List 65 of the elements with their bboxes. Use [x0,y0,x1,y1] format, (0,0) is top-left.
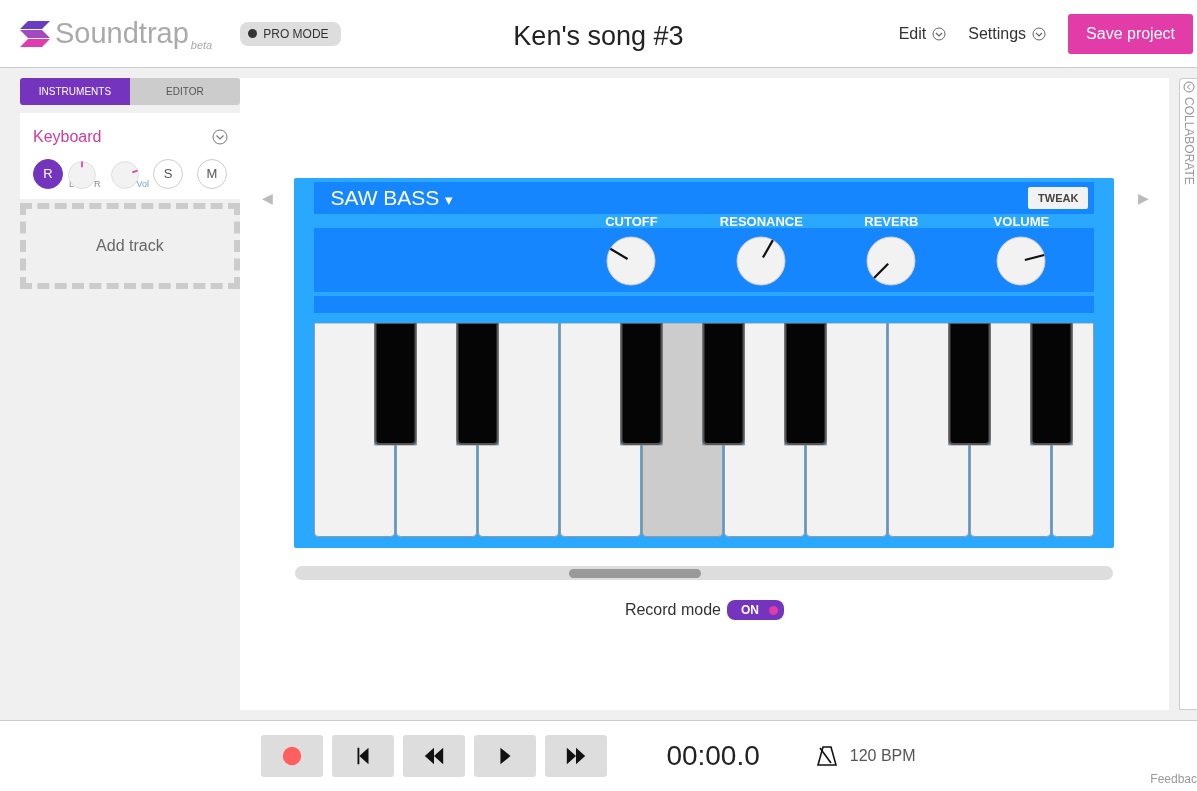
piano-key[interactable] [888,323,970,537]
track-name[interactable]: Keyboard [33,125,102,149]
menu-button[interactable]: Edit [898,21,947,46]
collaborate-label: COLLABORATE [1181,97,1197,185]
rewind-button[interactable] [403,735,466,777]
record-icon [281,745,304,767]
piano-key[interactable] [396,323,478,537]
knob[interactable] [606,236,657,286]
pro-mode-toggle[interactable]: PRO MODE [240,21,341,46]
scrollbar[interactable] [295,566,1114,580]
pan-left-label: L [69,180,74,189]
fast-forward-button[interactable] [545,735,608,777]
volume-label: Vol [136,180,150,189]
tab[interactable]: EDITOR [129,78,240,105]
knob-label: RESONANCE [719,213,803,231]
tempo-display[interactable]: 120 BPM [849,744,916,768]
tweak-button[interactable]: TWEAK [1028,186,1089,210]
knob[interactable] [996,236,1047,286]
piano-key[interactable] [642,323,724,537]
beta-label: beta [190,37,213,53]
rewind-icon [423,745,446,767]
chevron-down-icon [1032,26,1047,41]
scrollbar-thumb[interactable] [569,569,702,578]
sharp-key[interactable] [374,323,417,445]
knob[interactable] [866,236,917,286]
piano-key[interactable] [560,323,642,537]
logo-text: Soundtrap [55,19,189,48]
knob-label: VOLUME [993,213,1050,231]
metronome-icon[interactable] [815,745,838,767]
logo-icon [20,18,50,49]
piano-key[interactable] [970,323,1052,537]
piano-key[interactable] [478,323,560,537]
sharp-key[interactable] [702,323,745,445]
knob-label: CUTOFF [605,213,658,231]
record-mode-toggle[interactable]: ON [726,600,784,620]
record-mode-label: Record mode [624,600,721,620]
chevron-down-icon [932,26,947,41]
piano-key[interactable] [314,323,396,537]
chevron-down-icon[interactable] [211,129,228,145]
add-track-button[interactable]: Add track [20,203,240,289]
preset-dropdown[interactable]: SAW BASS ▾ [330,182,454,214]
sharp-key[interactable] [1030,323,1073,445]
piano-key[interactable] [806,323,888,537]
song-title[interactable]: Ken's song #3 [513,21,684,51]
solo-button[interactable]: S [153,159,184,189]
save-button[interactable]: Save project [1068,13,1193,54]
pan-right-label: R [94,180,101,189]
tab[interactable]: INSTRUMENTS [20,78,130,105]
time-display: 00:00.0 [666,739,760,773]
knob-label: REVERB [864,213,919,231]
sharp-key[interactable] [620,323,663,445]
piano-key[interactable] [724,323,806,537]
mute-button[interactable]: M [197,159,228,189]
play-button[interactable] [474,735,537,777]
sharp-key[interactable] [456,323,499,445]
record-arm-button[interactable]: R [33,159,63,189]
sharp-key[interactable] [784,323,827,445]
chevron-icon [1183,81,1195,93]
fast-forward-icon [565,745,588,767]
menu-button[interactable]: Settings [968,21,1047,46]
piano-key[interactable] [1052,323,1095,537]
knob[interactable] [736,236,787,286]
record-button[interactable] [261,735,324,777]
sharp-key[interactable] [948,323,991,445]
skip-back-button[interactable] [332,735,395,777]
